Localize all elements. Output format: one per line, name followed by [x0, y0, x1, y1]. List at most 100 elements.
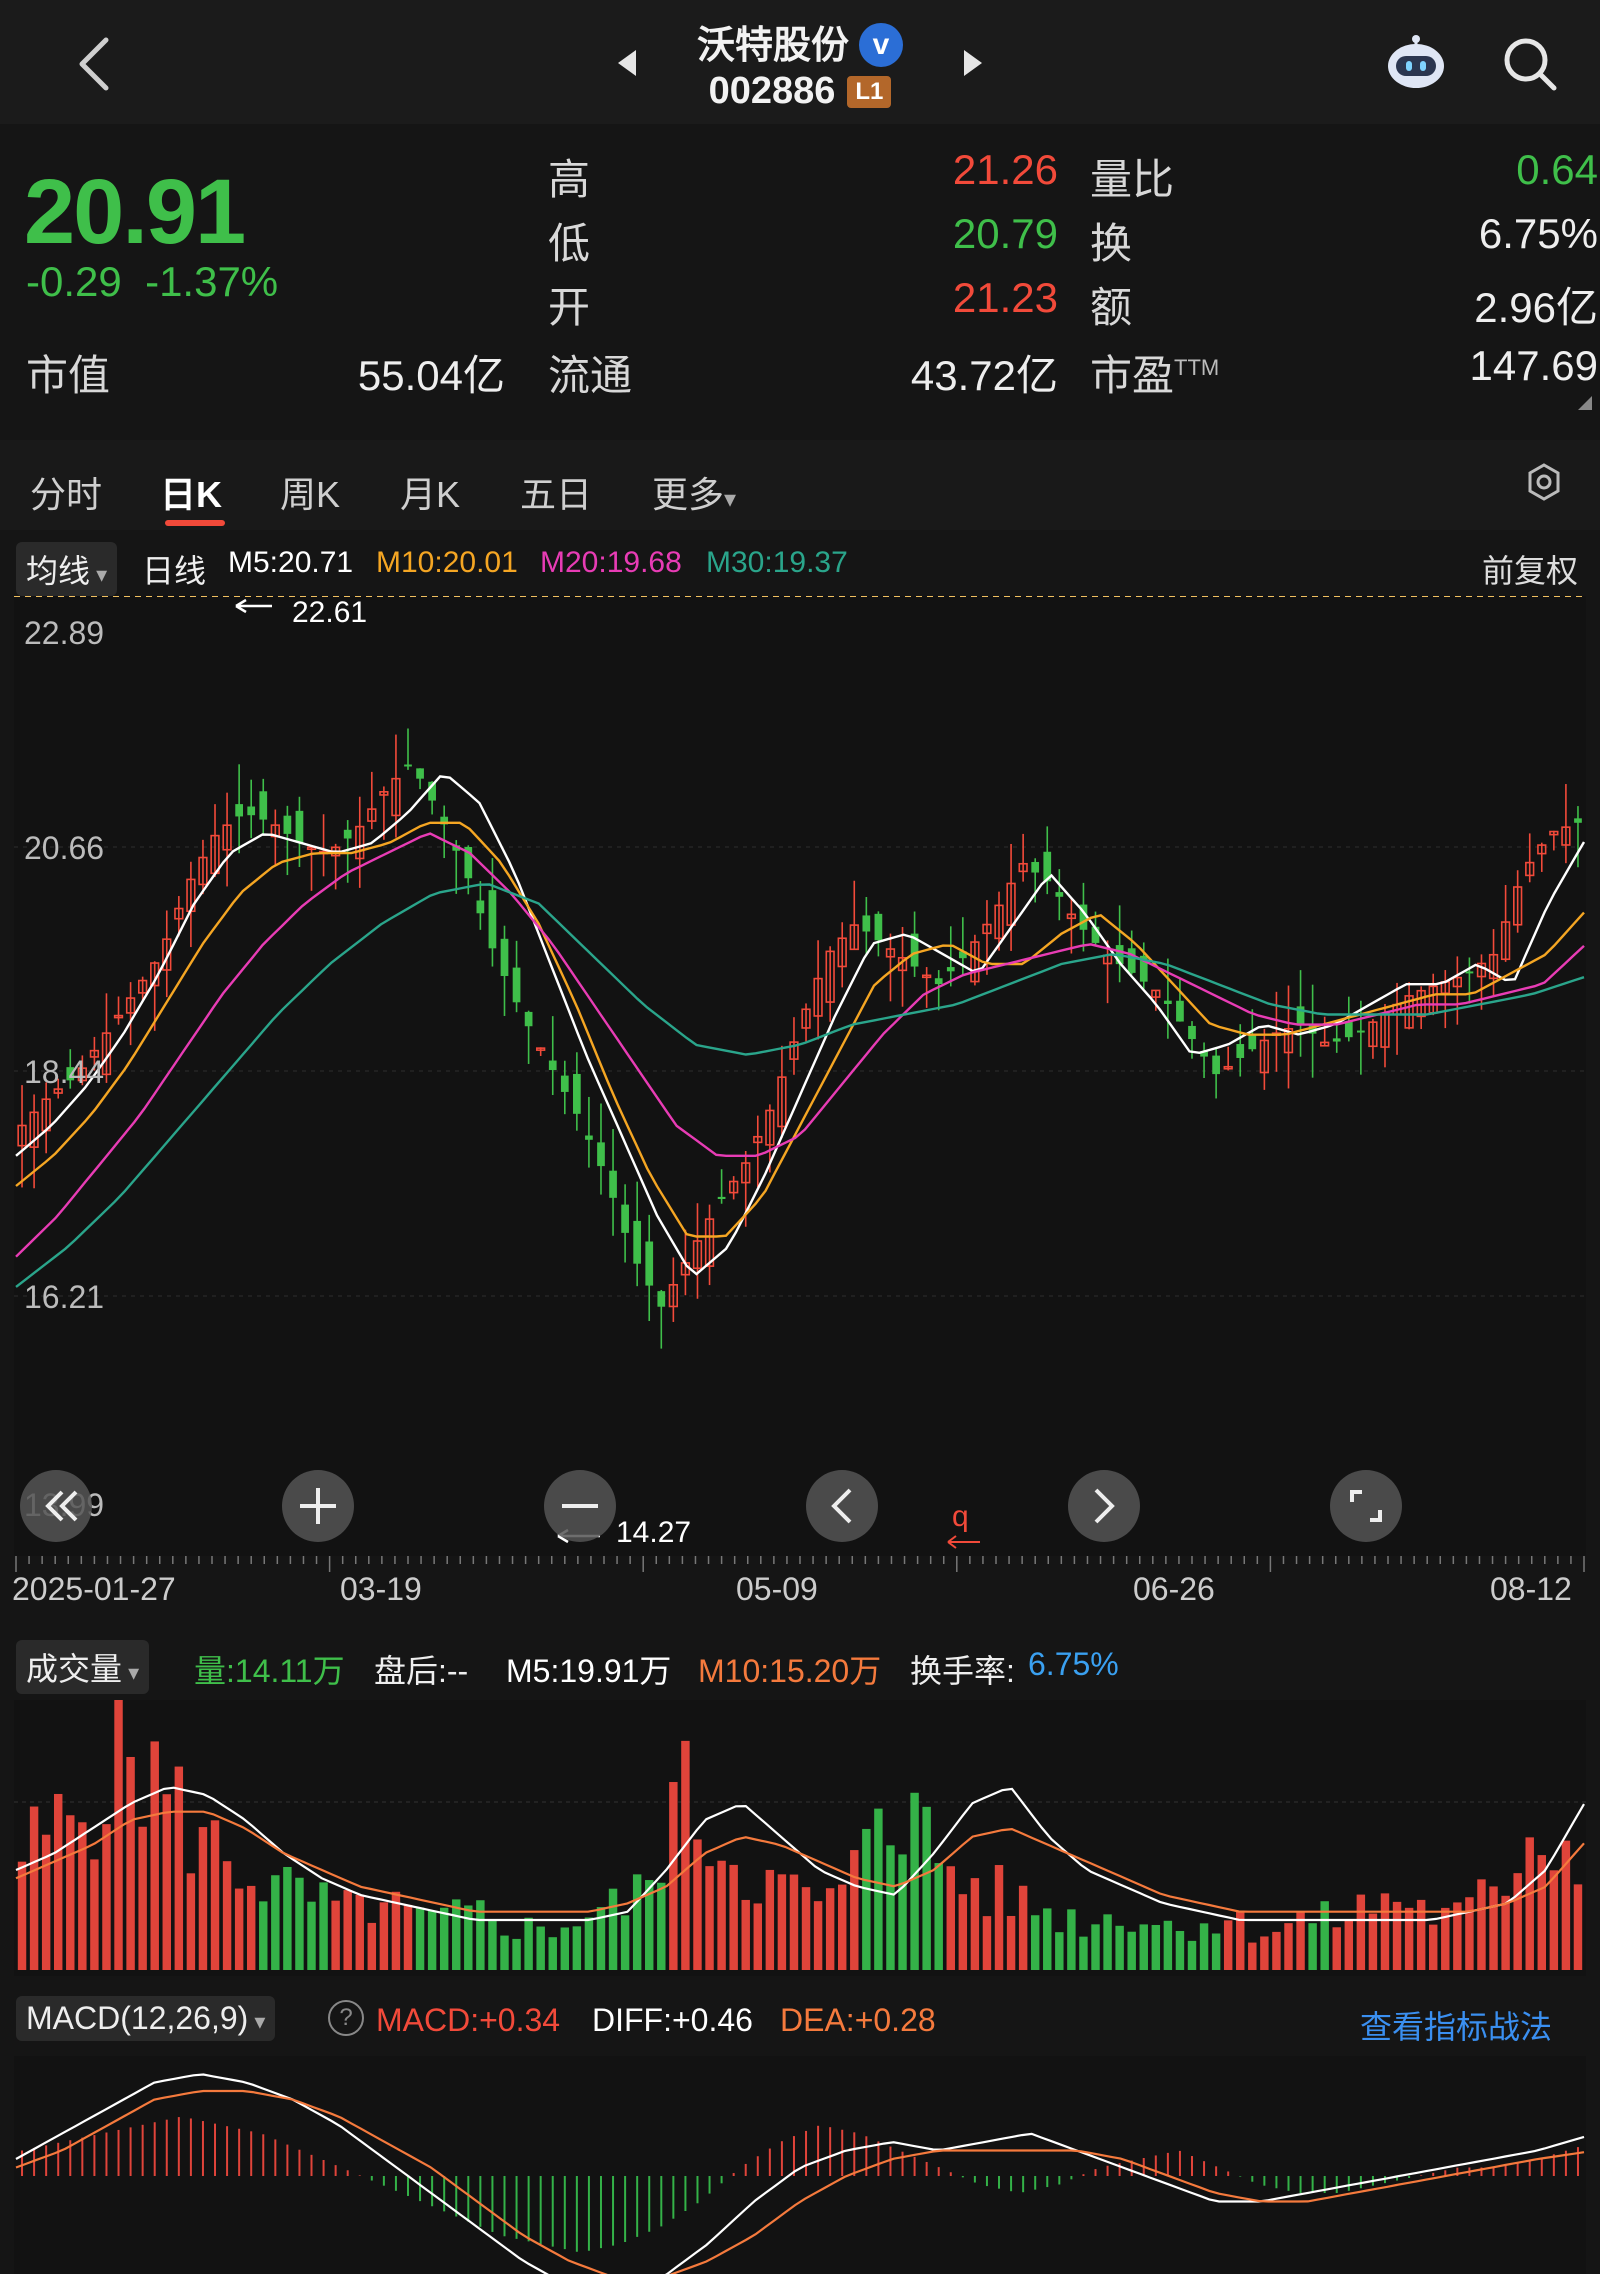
quote-panel: 20.91 -0.29 -1.37% 市值 55.04亿 高 21.26 低 2… — [0, 124, 1600, 424]
candle-body — [1357, 1030, 1365, 1033]
volume-bar — [222, 1861, 232, 1970]
adjust-mode[interactable]: 前复权 — [1482, 546, 1578, 592]
next-stock-icon[interactable] — [962, 48, 984, 78]
tab-intraday[interactable]: 分时 — [30, 466, 102, 518]
candle-body — [1176, 1000, 1184, 1022]
volume-select-label: 成交量 — [26, 1651, 123, 1687]
volume-indicator-select[interactable]: 成交量 ▾ — [16, 1640, 150, 1694]
volume-bar — [1018, 1885, 1028, 1970]
macd-plot-area — [14, 2056, 1586, 2274]
volume-bar — [548, 1937, 557, 1970]
candle-body — [343, 829, 352, 839]
volume-turnover-label: 换手率: — [910, 1653, 1015, 1689]
zoom-in-icon[interactable] — [282, 1470, 354, 1542]
volume-bar — [717, 1860, 726, 1970]
expand-corner-icon[interactable] — [1578, 396, 1592, 410]
candle-body — [717, 1196, 726, 1200]
high-label: 高 — [548, 156, 591, 203]
volume-bar — [331, 1900, 340, 1970]
market-cap-label: 市值 — [26, 352, 111, 399]
y-tick-label: 22.89 — [24, 615, 104, 651]
candle-body — [609, 1170, 617, 1198]
candle-body — [548, 1060, 557, 1071]
tab-daily-k[interactable]: 日K — [160, 466, 222, 518]
volume-bar — [994, 1865, 1004, 1970]
volume-bar — [246, 1885, 256, 1970]
volume-bar — [210, 1820, 220, 1970]
volume-bar — [874, 1808, 883, 1970]
stock-code-row: 002886 L1 — [0, 70, 1600, 113]
pe-ttm-sup: TTM — [1174, 355, 1220, 380]
volume-bar — [765, 1869, 775, 1970]
volume-bar — [777, 1874, 787, 1970]
candle-body — [524, 1011, 533, 1027]
volume-bar — [379, 1902, 389, 1970]
volume-bar — [283, 1866, 292, 1970]
zoom-out-icon[interactable] — [544, 1470, 616, 1542]
top-nav: 沃特股份 v 002886 L1 — [0, 0, 1600, 124]
volume-bar — [560, 1927, 570, 1970]
macd-indicator-select[interactable]: MACD(12,26,9) ▾ — [16, 1996, 276, 2041]
candle-body — [235, 804, 243, 817]
volume-bar — [319, 1882, 328, 1970]
volume-legend: 成交量 ▾ 量:14.11万 盘后:-- M5:19.91万 M10:15.20… — [0, 1636, 1600, 1696]
volume-bar — [415, 1907, 425, 1970]
pe-value: 147.69 — [1469, 342, 1598, 389]
volume-bar — [1187, 1940, 1197, 1970]
volume-bar — [705, 1866, 714, 1970]
pan-left-icon[interactable] — [806, 1470, 878, 1542]
macd-chart[interactable] — [0, 2056, 1600, 2274]
volume-ratio-label: 量比 — [1090, 156, 1175, 203]
assistant-robot-icon[interactable] — [1384, 32, 1448, 92]
candle-body — [946, 967, 955, 972]
volume-chart[interactable] — [0, 1700, 1600, 1976]
volume-bar — [452, 1899, 461, 1970]
y-tick-label: 16.21 — [24, 1279, 104, 1315]
gear-icon[interactable] — [1524, 462, 1564, 502]
volume-bar — [970, 1878, 980, 1970]
help-icon[interactable]: ? — [328, 2000, 364, 2036]
indicator-select[interactable]: 均线 ▾ — [16, 542, 118, 596]
volume-bar — [632, 1874, 642, 1970]
strategy-link[interactable]: 查看指标战法 — [1360, 2002, 1552, 2048]
tab-five-day[interactable]: 五日 — [520, 466, 592, 518]
search-icon[interactable] — [1502, 36, 1558, 92]
volume-bar — [1573, 1884, 1583, 1970]
candle-body — [934, 978, 943, 985]
volume-bar — [403, 1904, 413, 1970]
level-badge[interactable]: L1 — [847, 76, 892, 108]
stock-code: 002886 — [708, 70, 836, 112]
tab-weekly-k[interactable]: 周K — [280, 466, 340, 518]
volume-bar — [982, 1916, 992, 1970]
rewind-icon[interactable] — [20, 1470, 92, 1542]
volume-bar — [1429, 1924, 1438, 1970]
candle-body — [560, 1075, 569, 1092]
tab-more-label: 更多 — [652, 474, 725, 515]
volume-bar — [657, 1882, 666, 1970]
candle-body — [512, 967, 521, 1003]
volume-bar — [488, 1919, 497, 1970]
tab-more[interactable]: 更多▾ — [652, 466, 736, 518]
turnover-label: 换 — [1090, 220, 1133, 267]
tab-monthly-k[interactable]: 月K — [400, 466, 460, 518]
x-tick-label: 06-26 — [1133, 1571, 1215, 1607]
volume-bar — [1115, 1925, 1124, 1970]
volume-bar — [1513, 1873, 1522, 1970]
volume-bar — [307, 1901, 316, 1970]
verified-badge: v — [859, 23, 903, 67]
candle-body — [416, 768, 424, 779]
volume-bar — [1368, 1913, 1378, 1970]
period-tabs: 分时 日K 周K 月K 五日 更多▾ — [0, 440, 1600, 530]
volume-bar — [1272, 1931, 1281, 1970]
candle-body — [1212, 1055, 1220, 1075]
volume-bar — [789, 1874, 799, 1970]
candle-body — [295, 810, 304, 843]
kline-chart[interactable]: 22.89 20.66 18.44 16.21 13.99 22.61 14.2… — [0, 596, 1600, 1616]
fullscreen-icon[interactable] — [1330, 1470, 1402, 1542]
volume-bar — [126, 1756, 135, 1970]
volume-bar — [1404, 1907, 1414, 1970]
high-marker-label: 22.61 — [292, 596, 367, 629]
ma5-value: M5:20.71 — [228, 546, 354, 579]
pan-right-icon[interactable] — [1068, 1470, 1140, 1542]
volume-bar — [1055, 1932, 1064, 1970]
